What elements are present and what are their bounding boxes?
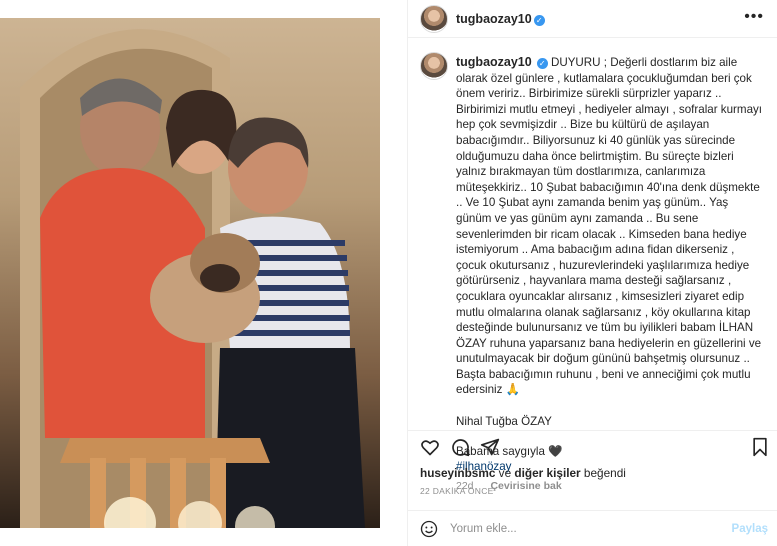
comment-bar: Paylaş (408, 510, 777, 546)
comment-input[interactable] (450, 520, 720, 538)
see-translation-link[interactable]: Çevirisine bak (490, 480, 561, 492)
caption-body: DUYURU ; Değerli dostlarım biz aile olar… (456, 56, 763, 397)
caption-meta: 22d Çevirisine bak (456, 479, 766, 495)
share-icon[interactable] (480, 437, 500, 457)
likes-user[interactable]: huseyinbsmc (420, 466, 495, 480)
photo-pane (0, 0, 407, 546)
caption-signature: Nihal Tuğba ÖZAY (456, 415, 552, 429)
header-username-text[interactable]: tugbaozay10 (456, 12, 532, 26)
post-header: tugbaozay10 ✓ ••• (408, 0, 777, 38)
caption-block: tugbaozay10 ✓ DUYURU ; Değerli dostlarım … (408, 46, 777, 492)
caption-verified-badge-icon: ✓ (536, 58, 548, 69)
more-options-icon[interactable]: ••• (744, 8, 764, 26)
caption-text: tugbaozay10 ✓ DUYURU ; Değerli dostlarım … (456, 55, 766, 494)
likes-others[interactable]: diğer kişiler (514, 466, 580, 480)
avatar[interactable] (420, 5, 448, 33)
header-username[interactable]: tugbaozay10 ✓ (456, 12, 545, 26)
post-comment-button[interactable]: Paylaş (732, 523, 768, 535)
photo-illustration (20, 29, 365, 528)
post-sidebar: tugbaozay10 ✓ ••• tugbaozay10 ✓ DUYURU ; D… (407, 0, 777, 546)
heart-icon[interactable] (420, 437, 440, 457)
action-bar (408, 430, 777, 462)
post-timestamp[interactable]: 22 DAKİKA ÖNCE (420, 486, 494, 496)
caption-avatar[interactable] (420, 52, 448, 80)
caption-username[interactable]: tugbaozay10 (456, 55, 532, 69)
likes-suffix: beğendi (580, 466, 626, 480)
emoji-icon[interactable] (420, 520, 438, 538)
post-photo[interactable] (0, 18, 380, 528)
bookmark-icon[interactable] (750, 437, 770, 457)
comment-icon[interactable] (450, 437, 470, 457)
likes-joiner: ve (495, 466, 515, 480)
photo-puppy-muzzle (200, 264, 240, 292)
verified-badge-icon: ✓ (533, 15, 545, 26)
likes-summary: huseyinbsmc ve diğer kişiler beğendi (420, 466, 626, 480)
